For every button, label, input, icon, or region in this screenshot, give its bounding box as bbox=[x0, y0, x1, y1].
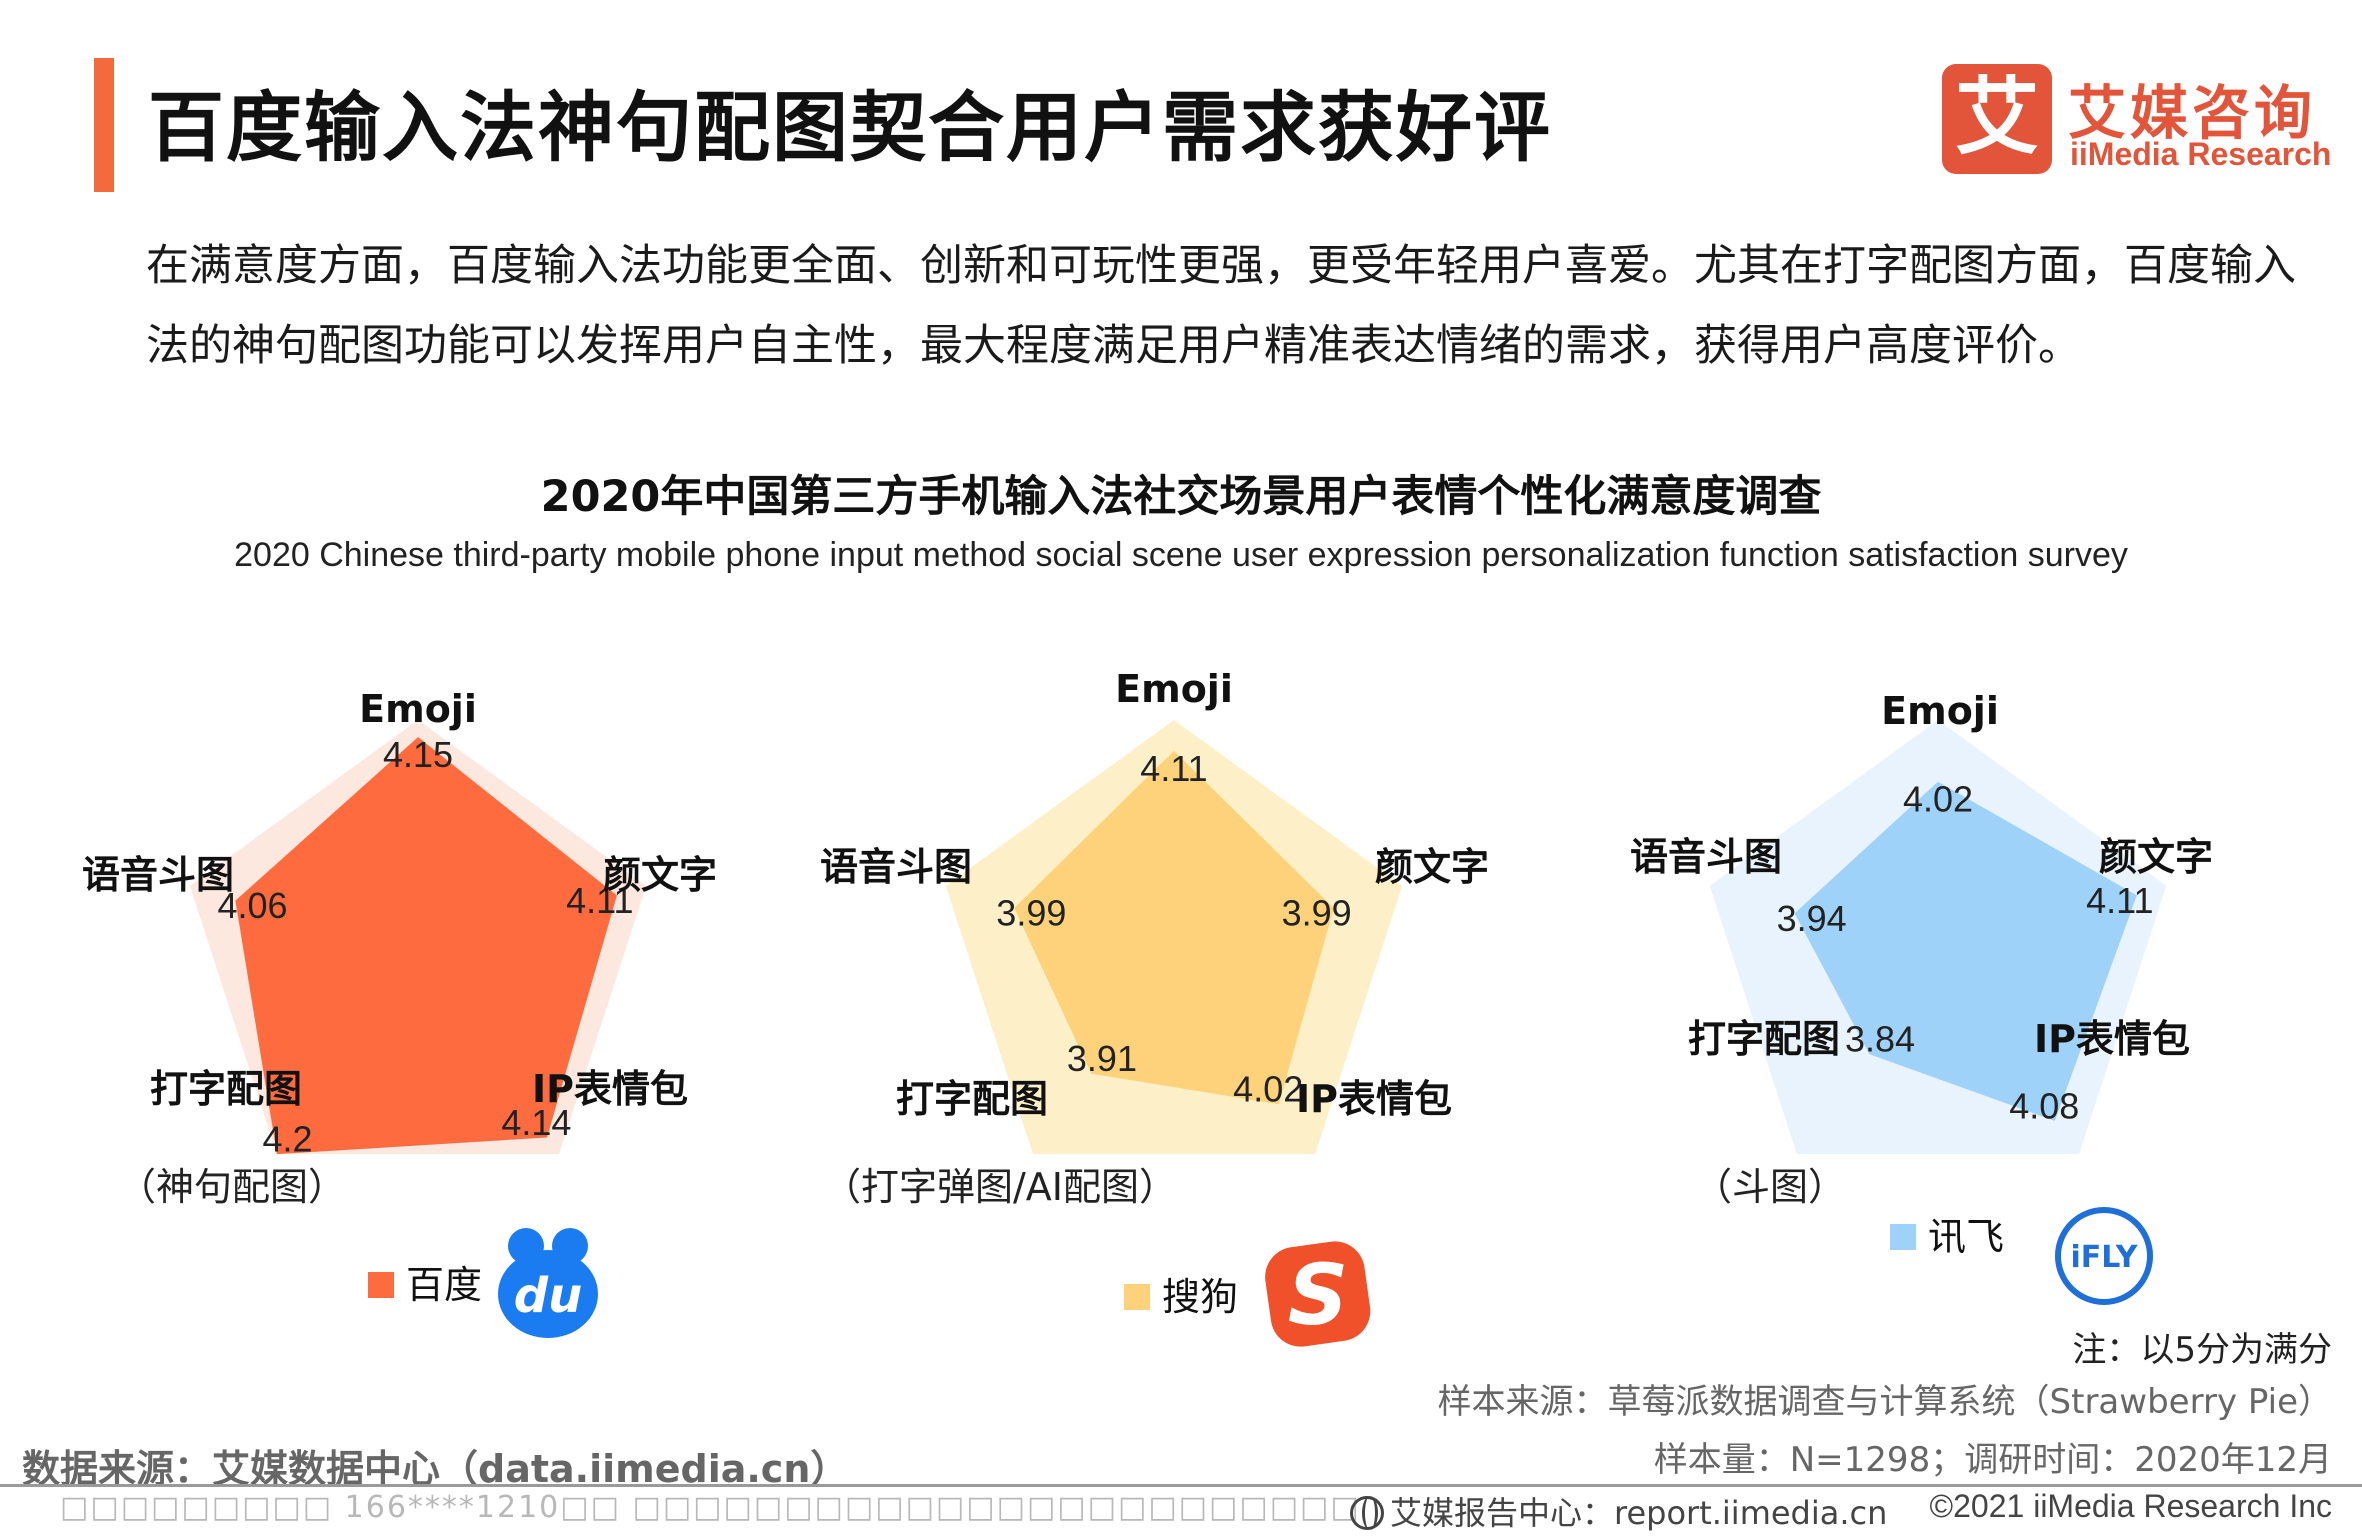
svg-text:du: du bbox=[514, 1268, 583, 1324]
axis-label: 打字配图 bbox=[150, 1067, 302, 1111]
feature-note: （神句配图） bbox=[118, 1165, 346, 1209]
value-label: 4.2 bbox=[262, 1119, 312, 1160]
axis-label: Emoji bbox=[1115, 667, 1233, 711]
value-label: 4.15 bbox=[383, 734, 453, 775]
report-center-text: 艾媒报告中心：report.iimedia.cn bbox=[1390, 1494, 1888, 1532]
legend-label: 讯飞 bbox=[1928, 1215, 2004, 1259]
baidu-logo-icon: du bbox=[498, 1228, 598, 1338]
legend-label: 百度 bbox=[406, 1263, 482, 1307]
value-label: 4.08 bbox=[2009, 1085, 2079, 1126]
radar-charts: 4.154.114.144.24.06百度Emoji颜文字IP表情包打字配图语音… bbox=[82, 667, 2213, 1347]
feature-note: （打字弹图/AI配图） bbox=[823, 1165, 1177, 1209]
axis-label: 语音斗图 bbox=[820, 845, 972, 889]
axis-label: 语音斗图 bbox=[1630, 835, 1782, 879]
axis-label: 颜文字 bbox=[1375, 845, 1489, 889]
axis-label: IP表情包 bbox=[1296, 1077, 1452, 1121]
watermark-text: □□□□□□□□□ 166****1210□□ □□□□□□□□□□□□□□□□… bbox=[60, 1490, 1361, 1525]
legend-label: 搜狗 bbox=[1162, 1275, 1238, 1319]
value-label: 4.11 bbox=[2086, 880, 2153, 921]
value-label: 4.02 bbox=[1233, 1069, 1303, 1110]
legend-swatch bbox=[1890, 1224, 1916, 1250]
svg-text:S: S bbox=[1288, 1246, 1349, 1344]
footer-divider bbox=[0, 1484, 2362, 1487]
radar-chart-3: 4.02 4.11 4.08 3.84 3.94 讯飞 Emoji 颜文字 IP表情包 打字配图 语… bbox=[1630, 689, 2213, 1305]
value-label: 4.02 bbox=[1903, 779, 1973, 820]
axis-label: IP表情包 bbox=[2034, 1017, 2190, 1061]
value-label: 3.99 bbox=[996, 893, 1066, 934]
legend-swatch bbox=[1124, 1284, 1150, 1310]
scale-note: 注：以5分为满分 bbox=[2072, 1330, 2332, 1370]
axis-label: 颜文字 bbox=[2099, 835, 2213, 879]
sample-size: 样本量：N=1298；调研时间：2020年12月 bbox=[1653, 1440, 2332, 1480]
value-label: 3.84 bbox=[1845, 1019, 1915, 1060]
axis-label: 颜文字 bbox=[603, 853, 717, 897]
axis-label: 打字配图 bbox=[896, 1077, 1048, 1121]
value-label: 3.91 bbox=[1067, 1038, 1137, 1079]
copyright: ©2021 iiMedia Research Inc bbox=[1929, 1488, 2332, 1524]
value-label: 3.99 bbox=[1282, 893, 1352, 934]
report-center: 艾媒报告中心：report.iimedia.cn bbox=[1350, 1488, 1887, 1534]
radar-chart-1: 4.154.114.144.24.06百度Emoji颜文字IP表情包打字配图语音… bbox=[82, 687, 717, 1338]
axis-label: IP表情包 bbox=[532, 1067, 688, 1111]
radar-chart-2: 4.11 3.99 4.02 3.91 3.99 搜狗 Emoji 颜文字 IP表情包 打字配图 语… bbox=[820, 667, 1489, 1347]
sogou-logo-icon: S bbox=[1265, 1241, 1371, 1347]
legend-swatch bbox=[368, 1272, 394, 1298]
globe-icon bbox=[1350, 1496, 1384, 1530]
value-label: 4.11 bbox=[1140, 748, 1207, 789]
sample-source: 样本来源：草莓派数据调查与计算系统（Strawberry Pie） bbox=[1437, 1382, 2332, 1422]
axis-label: Emoji bbox=[359, 687, 477, 731]
ifly-logo-icon: iFLY bbox=[2055, 1207, 2153, 1305]
axis-label: 打字配图 bbox=[1688, 1017, 1840, 1061]
svg-text:iFLY: iFLY bbox=[2071, 1240, 2139, 1275]
axis-label: Emoji bbox=[1881, 689, 1999, 733]
axis-label: 语音斗图 bbox=[82, 853, 234, 897]
feature-note: （斗图） bbox=[1694, 1165, 1846, 1209]
value-label: 3.94 bbox=[1777, 898, 1847, 939]
